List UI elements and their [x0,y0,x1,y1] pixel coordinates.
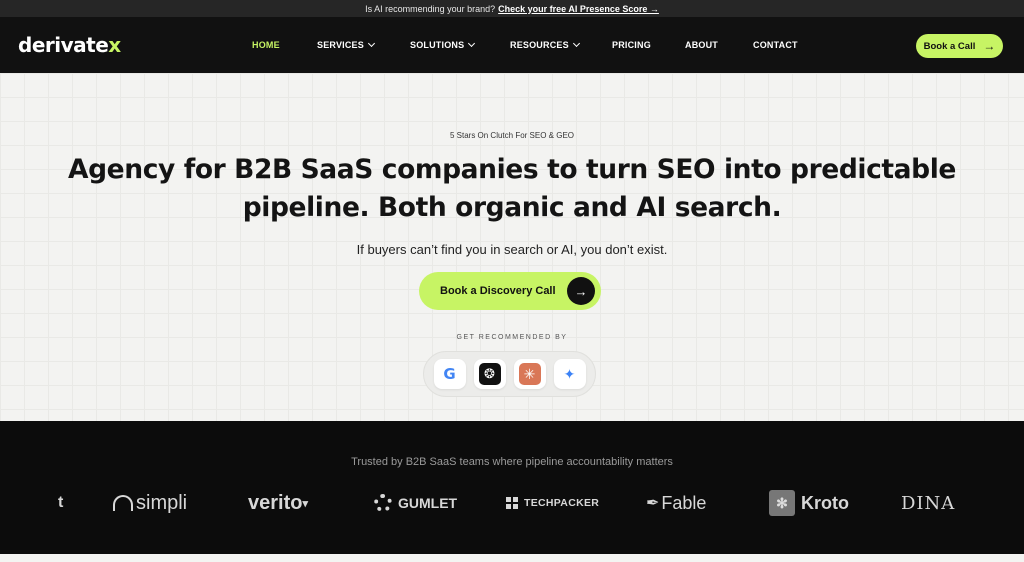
derivatex-logo[interactable]: derivatex [18,33,121,57]
gumlet-icon [374,494,392,512]
nav-item-label: SERVICES [317,40,364,50]
trusted-by-title: Trusted by B2B SaaS teams where pipeline… [351,456,673,468]
nav-item-contact[interactable]: CONTACT [753,40,823,50]
nav-item-label: SOLUTIONS [410,40,465,50]
simpli-icon [113,495,133,511]
main-navigation: derivatex HOME SERVICES SOLUTIONS RESOUR… [0,17,1024,73]
client-logo-gumlet: GUMLET [374,483,457,523]
trusted-by-section: Trusted by B2B SaaS teams where pipeline… [0,421,1024,554]
nav-item-resources[interactable]: RESOURCES [510,39,612,50]
nav-item-label: ABOUT [685,40,718,50]
client-logo: t [58,483,63,523]
client-logo-simpli: simpli [113,483,187,523]
nav-item-label: CONTACT [753,40,798,50]
chatgpt-icon: ❂ [473,359,506,389]
claude-icon: ✳ [513,359,546,389]
client-logo-text: verito [248,491,303,514]
hero-headline: Agency for B2B SaaS companies to turn SE… [62,151,962,227]
client-logo-text: GUMLET [398,495,458,511]
techpacker-icon [506,497,518,509]
headline-line-2: pipeline. Both organic and AI search. [242,192,782,223]
nav-item-solutions[interactable]: SOLUTIONS [410,39,510,50]
kroto-icon: ✻ [769,490,795,516]
book-discovery-call-button[interactable]: Book a Discovery Call → [419,272,601,310]
nav-menu: HOME SERVICES SOLUTIONS RESOURCES PRICIN… [252,17,823,73]
client-logo-dina: DINA [901,483,961,523]
client-logos: t simpli verito ▾ GUMLET TECHPACKER ✒ Fabl… [0,483,1024,523]
discovery-call-label: Book a Discovery Call [440,285,556,297]
feather-icon: ✒ [646,495,660,512]
chevron-down-icon [468,39,476,48]
announcement-text: Is AI recommending your brand? [365,3,496,14]
client-logo-text: simpli [136,491,188,514]
client-logo-text: Kroto [801,492,849,513]
google-icon: G [433,359,466,389]
chevron-down-icon [367,39,375,48]
client-logo-verito: verito ▾ [248,491,308,514]
client-logo-text: DINA [901,492,956,514]
nav-item-services[interactable]: SERVICES [317,39,410,50]
hero-subheadline: If buyers can’t find you in search or AI… [356,242,668,257]
nav-item-label: RESOURCES [510,40,569,50]
chevron-down-icon [572,39,580,48]
gemini-icon: ✦ [553,359,586,389]
client-logo-fable: ✒ Fable [646,483,706,523]
recommended-by-label: GET RECOMMENDED BY [456,334,568,341]
headline-line-1: Agency for B2B SaaS companies to turn SE… [67,154,956,185]
client-logo-kroto: ✻ Kroto [769,483,849,523]
client-logo-text: TECHPACKER [524,497,600,509]
nav-item-home[interactable]: HOME [252,40,317,50]
logo-accent: x [108,33,121,57]
logo-text: derivate [18,33,109,57]
recommended-by-group: G ❂ ✳ ✦ [423,351,596,397]
hero-section: 5 Stars On Clutch For SEO & GEO Agency f… [0,73,1024,421]
page-bottom-strip [0,554,1024,562]
announcement-bar: Is AI recommending your brand? Check you… [0,0,1024,17]
nav-item-label: PRICING [612,40,651,50]
nav-item-label: HOME [252,40,280,50]
ai-presence-score-link[interactable]: Check your free AI Presence Score → [498,4,659,14]
client-logo-techpacker: TECHPACKER [506,483,599,523]
book-a-call-button[interactable]: Book a Call → [916,34,1003,58]
book-a-call-label: Book a Call [923,40,976,52]
arrow-right-icon: → [567,277,595,305]
nav-item-pricing[interactable]: PRICING [612,40,685,50]
client-logo-text: Fable [661,492,707,513]
arrow-right-icon: → [983,39,996,53]
hero-eyebrow: 5 Stars On Clutch For SEO & GEO [449,131,575,140]
nav-item-about[interactable]: ABOUT [685,40,753,50]
client-logo-text: t [58,494,64,511]
